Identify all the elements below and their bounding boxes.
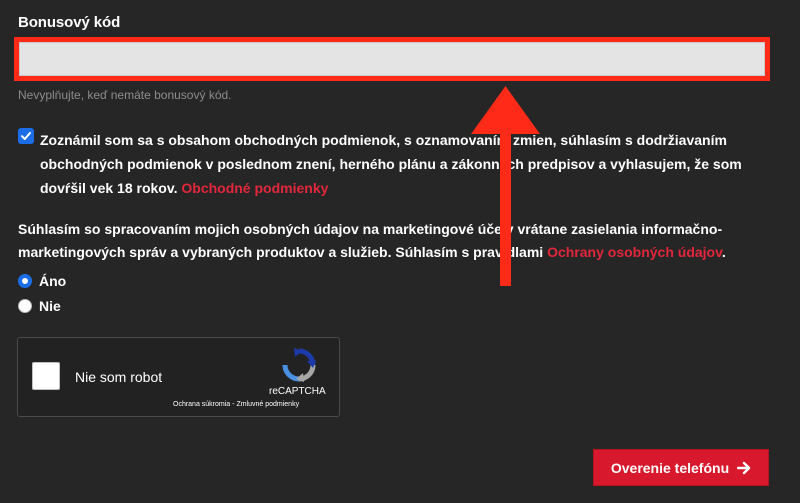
radio-label-nie: Nie — [39, 298, 61, 314]
verify-phone-button[interactable]: Overenie telefónu — [593, 449, 769, 486]
recaptcha-brand: reCAPTCHA — [269, 386, 326, 397]
bonus-code-input[interactable] — [19, 42, 765, 76]
terms-text: Zoznámil som sa s obsahom obchodných pod… — [40, 132, 742, 196]
recaptcha-terms-link[interactable]: Zmluvné podmienky — [236, 401, 299, 408]
radio-option-nie[interactable]: Nie — [18, 298, 61, 314]
radio-label-ano: Áno — [39, 273, 67, 289]
radio-button-nie[interactable] — [18, 299, 32, 313]
recaptcha-widget: Nie som robot reCAPTCHA Ochrana súkromia… — [17, 337, 340, 417]
bonus-code-highlight — [14, 37, 770, 81]
terms-link[interactable]: Obchodné podmienky — [181, 180, 328, 196]
recaptcha-privacy-link[interactable]: Ochrana súkromia — [173, 401, 230, 408]
terms-consent: Zoznámil som sa s obsahom obchodných pod… — [18, 128, 778, 200]
arrow-right-icon — [737, 461, 751, 474]
privacy-link[interactable]: Ochrany osobných údajov — [547, 244, 722, 260]
recaptcha-links: Ochrana súkromia - Zmluvné podmienky — [173, 401, 299, 408]
marketing-suffix: . — [721, 244, 726, 260]
registration-form: Bonusový kód Nevyplňujte, keď nemáte bon… — [0, 0, 800, 503]
annotation-arrow-icon — [471, 86, 540, 286]
marketing-consent: Súhlasím so spracovaním mojich osobných … — [18, 218, 788, 264]
recaptcha-logo-icon — [282, 348, 316, 382]
recaptcha-checkbox[interactable] — [32, 362, 60, 390]
terms-text-block: Zoznámil som sa s obsahom obchodných pod… — [40, 128, 778, 200]
checkmark-icon — [21, 132, 31, 140]
verify-phone-label: Overenie telefónu — [610, 459, 730, 476]
radio-option-ano[interactable]: Áno — [18, 273, 66, 289]
terms-checkbox[interactable] — [18, 128, 34, 144]
radio-button-ano[interactable] — [18, 274, 32, 288]
bonus-code-hint: Nevyplňujte, keď nemáte bonusový kód. — [18, 88, 232, 102]
recaptcha-label: Nie som robot — [75, 369, 163, 385]
bonus-code-label: Bonusový kód — [18, 14, 121, 31]
